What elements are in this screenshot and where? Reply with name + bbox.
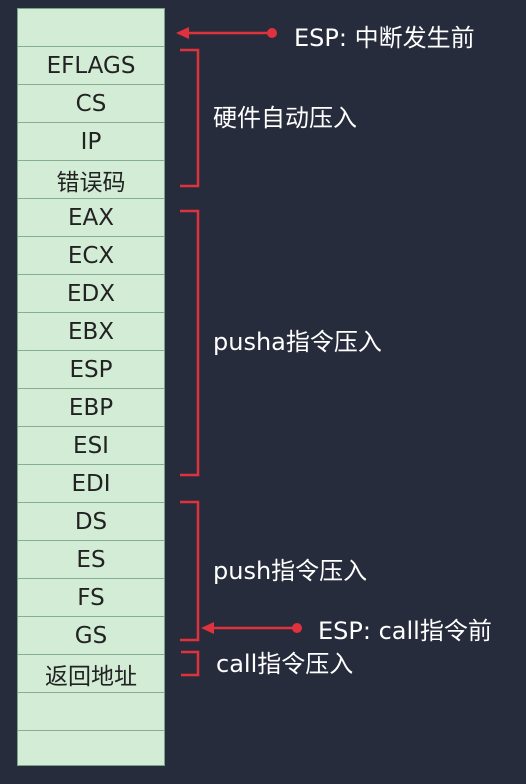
group-label-pusha: pusha指令压入 [213,328,382,356]
bracket-call [181,650,200,677]
group-label-call: call指令压入 [216,650,354,678]
group-label-hardware: 硬件自动压入 [213,104,357,132]
esp-before-call-arrow [201,622,302,634]
group-label-push: push指令压入 [213,557,368,585]
bracket-pusha [180,209,200,477]
esp-before-interrupt-arrow [176,27,277,39]
esp-before-interrupt-label: ESP: 中断发生前 [294,24,475,52]
esp-before-call-label: ESP: call指令前 [318,617,492,645]
bracket-push [180,500,200,642]
bracket-hardware [180,48,200,188]
